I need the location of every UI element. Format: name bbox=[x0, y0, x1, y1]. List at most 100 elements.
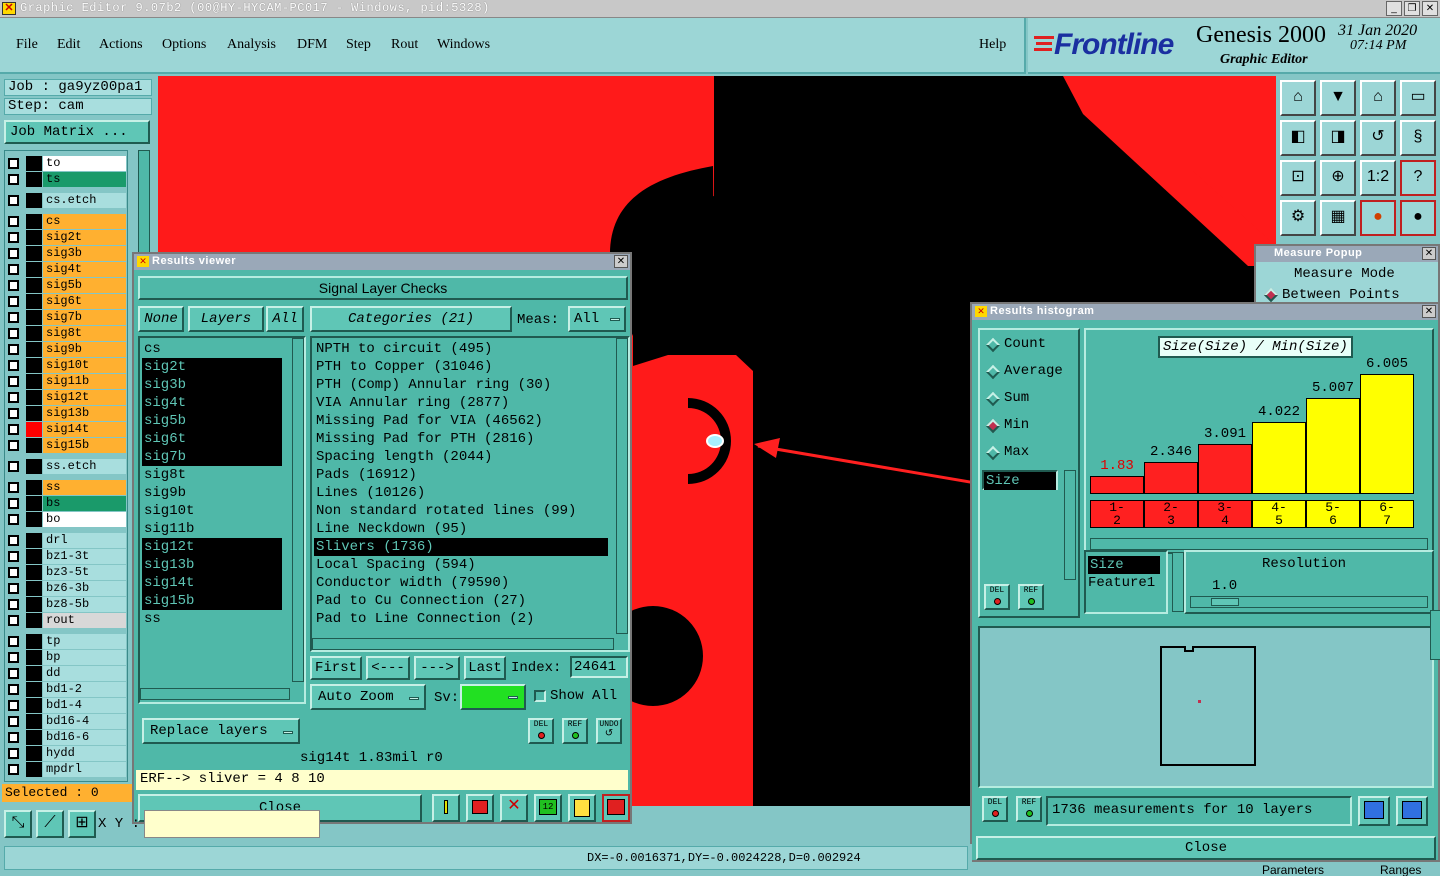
layer-checkbox[interactable] bbox=[8, 684, 19, 695]
rv-layer-item[interactable]: sig3b bbox=[142, 376, 282, 394]
rv-layer-item[interactable]: sig11b bbox=[142, 520, 282, 538]
last-button[interactable]: Last bbox=[464, 656, 506, 680]
layer-name[interactable]: sig4t bbox=[43, 262, 126, 277]
layer-name[interactable]: sig11b bbox=[43, 374, 126, 389]
filter-icon[interactable]: ● bbox=[1400, 200, 1436, 236]
histogram-close-button[interactable]: Close bbox=[976, 836, 1436, 860]
layer-checkbox[interactable] bbox=[8, 232, 19, 243]
layer-swatch[interactable] bbox=[26, 193, 42, 208]
layer-row-bd1-4[interactable]: bd1-4 bbox=[4, 698, 126, 713]
layer-checkbox[interactable] bbox=[8, 376, 19, 387]
layer-checkbox[interactable] bbox=[8, 551, 19, 562]
layer-row-bd16-6[interactable]: bd16-6 bbox=[4, 730, 126, 745]
layer-swatch[interactable] bbox=[26, 374, 42, 389]
layer-name[interactable]: cs.etch bbox=[43, 193, 126, 208]
layer-row-rout[interactable]: rout bbox=[4, 613, 126, 628]
layer-row-cs.etch[interactable]: cs.etch bbox=[4, 193, 126, 208]
layer-swatch[interactable] bbox=[26, 549, 42, 564]
rv-layer-item[interactable]: ss bbox=[142, 610, 282, 628]
category-item[interactable]: Pad to Line Connection (2) bbox=[314, 610, 608, 628]
window-close-button[interactable]: ✕ bbox=[1422, 1, 1438, 16]
histogram-bin-label[interactable]: 4- 5 bbox=[1252, 500, 1306, 528]
rv-layer-item[interactable]: sig7b bbox=[142, 448, 282, 466]
rv-layer-item[interactable]: sig12t bbox=[142, 538, 282, 556]
pan-right-icon[interactable]: ◨ bbox=[1320, 120, 1356, 156]
layer-swatch[interactable] bbox=[26, 310, 42, 325]
layer-row-bs[interactable]: bs bbox=[4, 496, 126, 511]
rv-layer-item[interactable]: cs bbox=[142, 340, 282, 358]
categories-button[interactable]: Categories (21) bbox=[310, 306, 512, 332]
layer-name[interactable]: sig9b bbox=[43, 342, 126, 357]
save-icon[interactable]: ▼ bbox=[1320, 80, 1356, 116]
layer-swatch[interactable] bbox=[26, 650, 42, 665]
layer-row-sig11b[interactable]: sig11b bbox=[4, 374, 126, 389]
layer-name[interactable]: bo bbox=[43, 512, 126, 527]
histogram-bar[interactable] bbox=[1360, 374, 1414, 494]
layer-swatch[interactable] bbox=[26, 172, 42, 187]
layer-swatch[interactable] bbox=[26, 459, 42, 474]
report-icon[interactable] bbox=[568, 794, 596, 822]
histogram-bin-label[interactable]: 6- 7 bbox=[1360, 500, 1414, 528]
erf-cross-icon[interactable]: ✕ bbox=[500, 794, 528, 822]
measure-tool-icon[interactable]: ⟋ bbox=[36, 810, 64, 838]
layer-name[interactable]: sig13b bbox=[43, 406, 126, 421]
layer-name[interactable]: cs bbox=[43, 214, 126, 229]
layer-name[interactable]: sig7b bbox=[43, 310, 126, 325]
mode-label-count[interactable]: Count bbox=[1004, 336, 1046, 352]
layer-row-hydd[interactable]: hydd bbox=[4, 746, 126, 761]
layer-checkbox[interactable] bbox=[8, 599, 19, 610]
replace-layers-dropdown[interactable]: Replace layers bbox=[142, 718, 300, 744]
menu-options[interactable]: Options bbox=[162, 37, 206, 53]
layer-swatch[interactable] bbox=[26, 156, 42, 171]
menu-step[interactable]: Step bbox=[346, 37, 371, 53]
layer-name[interactable]: bd16-4 bbox=[43, 714, 126, 729]
menu-dfm[interactable]: DFM bbox=[297, 37, 327, 53]
mode-label-sum[interactable]: Sum bbox=[1004, 390, 1029, 406]
layer-swatch[interactable] bbox=[26, 230, 42, 245]
category-item[interactable]: NPTH to circuit (495) bbox=[314, 340, 608, 358]
minimize-button[interactable]: _ bbox=[1386, 1, 1402, 16]
layer-checkbox[interactable] bbox=[8, 280, 19, 291]
attr-scrollbar[interactable] bbox=[1064, 470, 1076, 580]
layer-checkbox[interactable] bbox=[8, 498, 19, 509]
layer-swatch[interactable] bbox=[26, 480, 42, 495]
feature-scrollbar[interactable] bbox=[1172, 552, 1184, 612]
layer-name[interactable]: sig2t bbox=[43, 230, 126, 245]
layer-checkbox[interactable] bbox=[8, 296, 19, 307]
center-icon[interactable]: ⊕ bbox=[1320, 160, 1356, 196]
resolution-slider-thumb[interactable] bbox=[1211, 598, 1239, 606]
histogram-bar[interactable] bbox=[1144, 462, 1198, 494]
mode-radio-min[interactable] bbox=[985, 418, 1001, 434]
all-button[interactable]: All bbox=[266, 306, 304, 332]
rv-layer-item[interactable]: sig13b bbox=[142, 556, 282, 574]
category-item[interactable]: Local Spacing (594) bbox=[314, 556, 608, 574]
mode-label-average[interactable]: Average bbox=[1004, 363, 1063, 379]
zoom-result-icon[interactable] bbox=[466, 794, 494, 822]
layer-row-ss.etch[interactable]: ss.etch bbox=[4, 459, 126, 474]
layer-checkbox[interactable] bbox=[8, 482, 19, 493]
layer-swatch[interactable] bbox=[26, 278, 42, 293]
layer-swatch[interactable] bbox=[26, 214, 42, 229]
step-numbers-icon[interactable]: 12 bbox=[534, 794, 562, 822]
layer-row-bp[interactable]: bp bbox=[4, 650, 126, 665]
home-icon[interactable]: ⌂ bbox=[1280, 80, 1316, 116]
layer-checkbox[interactable] bbox=[8, 567, 19, 578]
mode-radio-max[interactable] bbox=[985, 445, 1001, 461]
grid-tool-icon[interactable]: ⊞ bbox=[68, 810, 96, 838]
category-item[interactable]: Line Neckdown (95) bbox=[314, 520, 608, 538]
hist-ref-button[interactable]: REF bbox=[1018, 584, 1044, 610]
layer-checkbox[interactable] bbox=[8, 328, 19, 339]
histogram-bin-label[interactable]: 2- 3 bbox=[1144, 500, 1198, 528]
layer-checkbox[interactable] bbox=[8, 158, 19, 169]
mode-radio-average[interactable] bbox=[985, 364, 1001, 380]
category-item[interactable]: Non standard rotated lines (99) bbox=[314, 502, 608, 520]
layer-row-to[interactable]: to bbox=[4, 156, 126, 171]
layer-checkbox[interactable] bbox=[8, 615, 19, 626]
ratio-icon[interactable]: 1:2 bbox=[1360, 160, 1396, 196]
layer-name[interactable]: bz6-3b bbox=[43, 581, 126, 596]
layer-swatch[interactable] bbox=[26, 262, 42, 277]
menu-edit[interactable]: Edit bbox=[57, 37, 80, 53]
category-item[interactable]: PTH to Copper (31046) bbox=[314, 358, 608, 376]
category-scrollbar[interactable] bbox=[616, 338, 628, 634]
layer-swatch[interactable] bbox=[26, 581, 42, 596]
